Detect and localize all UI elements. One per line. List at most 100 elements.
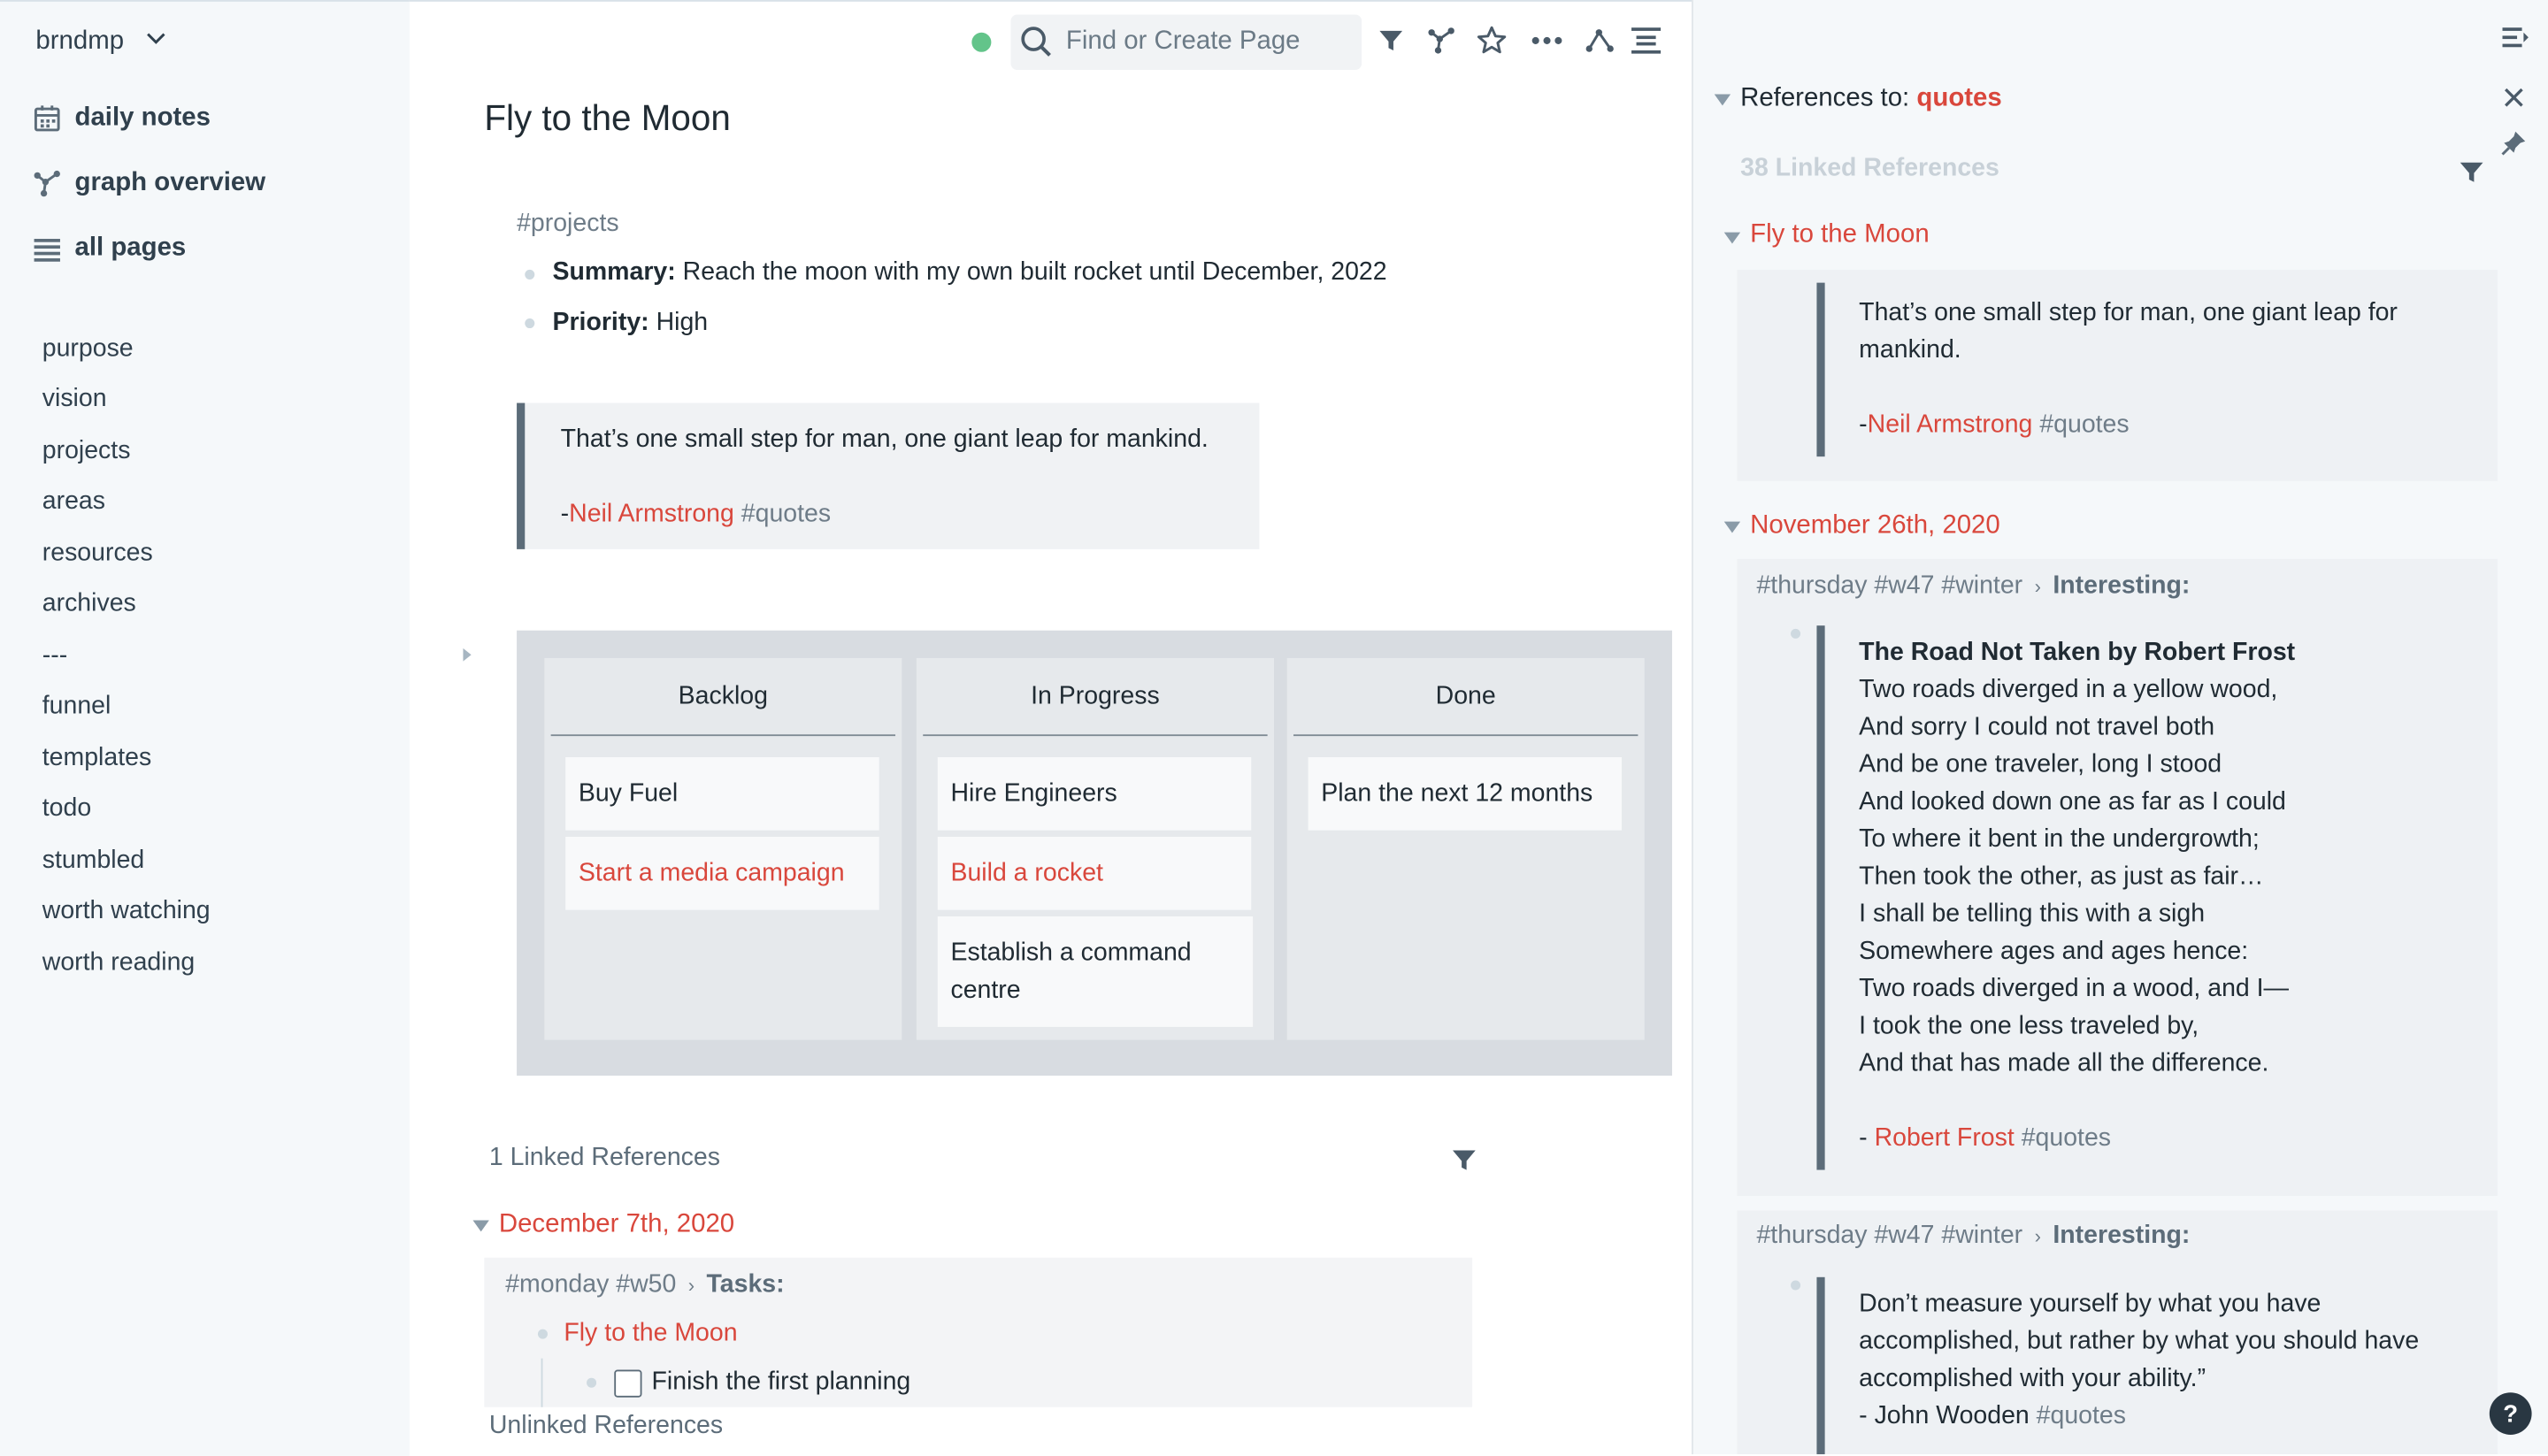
page-title[interactable]: Fly to the Moon — [484, 97, 731, 140]
quote-dash: - — [560, 500, 570, 528]
shortcut-funnel[interactable]: funnel — [42, 693, 111, 722]
kanban-column-backlog: Backlog Buy Fuel Start a media campaign — [544, 657, 902, 1040]
poem-line: I shall be telling this with a sigh — [1859, 900, 2206, 928]
reference-block: #thursday #w47 #winter › Interesting: Do… — [1737, 1210, 2498, 1455]
collapse-caret-icon[interactable] — [472, 1220, 489, 1232]
shortcut-worth-reading[interactable]: worth reading — [42, 949, 196, 978]
bullet[interactable] — [1791, 628, 1801, 639]
quotes-tag[interactable]: #quotes — [2039, 411, 2129, 439]
reference-date-link[interactable]: November 26th, 2020 — [1750, 512, 2000, 541]
quote-line: That’s one small step for man, one giant… — [1859, 298, 2398, 327]
poem-line: Two roads diverged in a yellow wood, — [1859, 676, 2278, 704]
collapse-caret-icon[interactable] — [1714, 94, 1731, 106]
shortcut-resources[interactable]: resources — [42, 540, 153, 569]
filter-icon[interactable] — [2459, 159, 2484, 194]
kanban-card-link[interactable]: Build a rocket — [937, 837, 1252, 910]
todo-checkbox[interactable] — [614, 1369, 642, 1398]
expand-arrow-icon[interactable] — [462, 642, 475, 671]
right-sidebar-graph-icon[interactable] — [1581, 23, 1616, 58]
poem-line: Then took the other, as just as fair… — [1859, 862, 2264, 891]
nav-label: all pages — [74, 234, 187, 262]
nav-graph-overview[interactable]: graph overview — [33, 165, 265, 203]
priority-block[interactable]: Priority: High — [552, 309, 708, 338]
bullet[interactable] — [525, 269, 535, 280]
quotes-tag[interactable]: #quotes — [741, 501, 831, 528]
quote-dash: - — [1859, 1124, 1875, 1153]
author-link[interactable]: Neil Armstrong — [1868, 411, 2033, 439]
bullet[interactable] — [525, 318, 535, 329]
quote-attribution: -Neil Armstrong #quotes — [1859, 406, 2398, 443]
quote-text[interactable]: That’s one small step for man, one giant… — [1859, 294, 2398, 443]
quote-text[interactable]: Don’t measure yourself by what you have … — [1859, 1285, 2419, 1435]
author-link[interactable]: Robert Frost — [1875, 1124, 2015, 1152]
search-input[interactable]: Find or Create Page — [1066, 27, 1301, 57]
shortcut-areas[interactable]: areas — [42, 487, 105, 517]
nav-label: graph overview — [74, 169, 266, 197]
collapse-caret-icon[interactable] — [1723, 521, 1741, 533]
quote-line: Don’t measure yourself by what you have — [1859, 1290, 2322, 1318]
quote-bar — [1816, 282, 1825, 457]
more-icon[interactable] — [1529, 23, 1564, 58]
chevron-down-icon[interactable] — [146, 31, 165, 50]
bullet[interactable] — [587, 1377, 597, 1388]
poem-line: Two roads diverged in a wood, and I— — [1859, 975, 2290, 1003]
nav-daily-notes[interactable]: daily notes — [33, 99, 211, 138]
reference-block: That’s one small step for man, one giant… — [1737, 269, 2498, 481]
right-sidebar: References to: quotes 38 Linked Referenc… — [1692, 0, 2548, 1455]
quote-attribution: -Neil Armstrong #quotes — [561, 501, 831, 530]
collapse-caret-icon[interactable] — [1723, 232, 1741, 244]
bullet[interactable] — [1791, 1280, 1801, 1291]
shortcut-todo[interactable]: todo — [42, 794, 91, 824]
nav-all-pages[interactable]: all pages — [33, 229, 187, 268]
toggle-right-sidebar-icon[interactable] — [1628, 23, 1663, 58]
quotes-tag[interactable]: #quotes — [2022, 1124, 2111, 1152]
shortcut-archives[interactable]: archives — [42, 590, 136, 619]
quotes-tag[interactable]: #quotes — [2037, 1402, 2126, 1429]
references-page-link[interactable]: quotes — [1916, 85, 2001, 112]
graph-icon — [34, 170, 60, 197]
kanban-card[interactable]: Establish a command centre — [937, 916, 1254, 1027]
shortcut-purpose[interactable]: purpose — [42, 334, 134, 364]
unlinked-references-title[interactable]: Unlinked References — [489, 1412, 723, 1441]
indent-guide — [541, 1358, 543, 1407]
kanban-card[interactable]: Hire Engineers — [937, 756, 1252, 831]
collapse-sidebar-icon[interactable] — [2501, 25, 2530, 59]
bullet[interactable] — [537, 1329, 548, 1339]
kanban-card-link[interactable]: Start a media campaign — [565, 837, 879, 910]
page-link[interactable]: Fly to the Moon — [564, 1320, 737, 1349]
breadcrumb[interactable]: #monday #w50 › Tasks: — [505, 1270, 784, 1299]
reference-page-link[interactable]: Fly to the Moon — [1750, 221, 1930, 250]
quote-line: accomplished with your ability.” — [1859, 1364, 2206, 1393]
kanban-card[interactable]: Plan the next 12 months — [1308, 756, 1623, 831]
references-header: References to: quotes — [1740, 85, 2002, 114]
close-icon[interactable] — [2503, 86, 2526, 117]
author-link[interactable]: Neil Armstrong — [569, 501, 734, 528]
quote-author: - John Wooden — [1859, 1402, 2030, 1430]
shortcut-stumbled[interactable]: stumbled — [42, 847, 145, 876]
todo-text[interactable]: Finish the first planning — [652, 1368, 911, 1398]
shortcut-worth-watching[interactable]: worth watching — [42, 897, 211, 926]
breadcrumb[interactable]: #thursday #w47 #winter › Interesting: — [1756, 1222, 2190, 1251]
kanban-card[interactable]: Buy Fuel — [565, 756, 879, 831]
shortcut-vision[interactable]: vision — [42, 385, 107, 414]
reference-date-link[interactable]: December 7th, 2020 — [499, 1210, 734, 1239]
search-bar[interactable]: Find or Create Page — [1010, 14, 1362, 70]
quote-block[interactable]: That’s one small step for man, one giant… — [517, 402, 1260, 549]
help-button[interactable]: ? — [2489, 1392, 2532, 1435]
projects-tag[interactable]: #projects — [517, 210, 619, 239]
filter-icon[interactable] — [1451, 1147, 1477, 1182]
shortcut-templates[interactable]: templates — [42, 744, 151, 773]
graph-name[interactable]: brndmp — [35, 27, 124, 57]
star-icon[interactable] — [1474, 23, 1509, 58]
summary-block[interactable]: Summary: Reach the moon with my own buil… — [552, 258, 1386, 287]
kanban-column-done: Done Plan the next 12 months — [1286, 657, 1645, 1040]
reference-block: #monday #w50 › Tasks: Fly to the Moon Fi… — [484, 1257, 1473, 1407]
quote-line: mankind. — [1859, 336, 1961, 364]
pin-icon[interactable] — [2501, 130, 2527, 165]
shortcut-separator[interactable]: --- — [42, 642, 67, 671]
filter-icon[interactable] — [1373, 23, 1408, 58]
shortcut-projects[interactable]: projects — [42, 437, 131, 466]
breadcrumb[interactable]: #thursday #w47 #winter › Interesting: — [1756, 572, 2190, 602]
graph-view-icon[interactable] — [1424, 23, 1459, 58]
poem-text[interactable]: The Road Not Taken by Robert Frost Two r… — [1859, 633, 2295, 1156]
